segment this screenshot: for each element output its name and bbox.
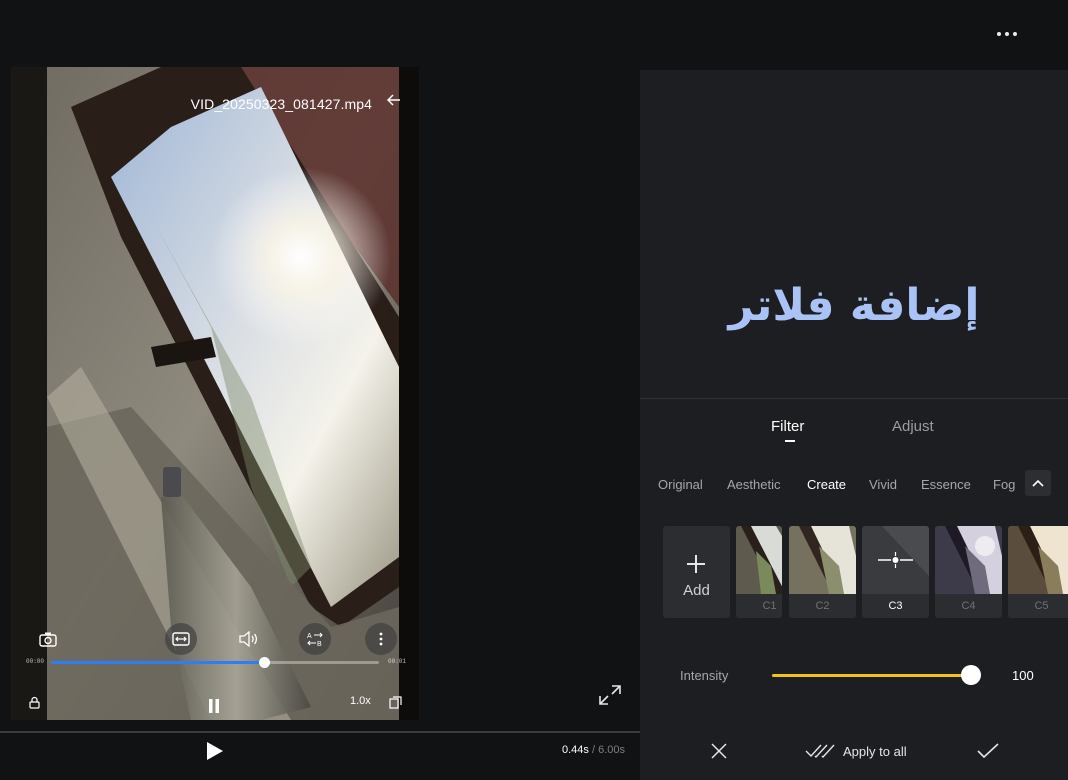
filter-name-c1: C1 [762,600,777,612]
category-create[interactable]: Create [807,477,846,492]
filter-name-c5: C5 [1034,600,1049,612]
intensity-slider-fill [772,674,971,677]
svg-text:A: A [307,633,312,640]
more-horizontal-icon[interactable] [990,22,1024,46]
plus-icon [687,555,705,573]
timeline-track[interactable] [0,731,640,733]
playback-time: 0.44s / 6.00s [562,744,625,756]
filter-thumb-c2[interactable]: C2 [789,526,856,618]
play-icon[interactable] [202,739,226,763]
ab-compare-icon[interactable]: AB [299,623,331,655]
arrow-left-icon[interactable] [385,93,403,113]
pause-icon[interactable] [204,697,224,715]
filter-name-c3: C3 [888,600,903,612]
video-frame-image [11,67,419,720]
cancel-button[interactable] [710,740,728,762]
total-time: 6.00s [598,744,626,756]
add-filter-button[interactable]: Add [663,526,730,618]
filter-preview-c5 [1008,526,1068,594]
category-fog[interactable]: Fog [993,477,1015,492]
filter-thumb-c4[interactable]: C4 [935,526,1002,618]
filter-preview-area: إضافة فلاتر [640,70,1068,398]
filter-thumb-c3[interactable]: C3 [862,526,929,618]
filter-preview-c1 [736,526,782,594]
filter-name-c4: C4 [961,600,976,612]
tab-filter[interactable]: Filter [771,418,804,435]
category-essence[interactable]: Essence [921,477,971,492]
svg-text:B: B [317,641,322,647]
close-icon [711,743,727,759]
overlay-title: إضافة فلاتر [728,280,980,331]
apply-to-all-button[interactable]: Apply to all [805,740,907,762]
video-progress-fill [51,661,265,664]
volume-icon[interactable] [237,629,259,649]
video-filename: VID_20250323_081427.mp4 [190,96,372,112]
aspect-ratio-icon[interactable] [387,694,403,710]
intensity-value: 100 [1012,668,1034,683]
end-timecode: 00:01 [388,658,407,665]
intensity-slider[interactable] [772,665,981,685]
apply-to-all-label: Apply to all [843,743,907,759]
category-vivid[interactable]: Vivid [869,477,897,492]
time-separator: / [588,744,599,756]
current-time: 0.44s [562,744,589,756]
filter-preview-c2 [789,526,856,594]
filter-thumb-c1[interactable]: C1 [736,526,782,618]
playback-speed[interactable]: 1.0x [350,695,371,707]
filter-preview-c3 [862,526,929,594]
double-check-icon [805,744,835,759]
filter-categories: Original Aesthetic Create Vivid Essence … [640,474,1022,496]
check-icon [977,743,999,759]
panel-divider [640,398,1068,399]
intensity-label: Intensity [680,668,729,683]
more-vertical-icon[interactable] [365,623,397,655]
add-filter-label: Add [683,582,710,599]
fullscreen-expand-icon[interactable] [598,684,622,706]
category-aesthetic[interactable]: Aesthetic [727,477,780,492]
filter-panel: إضافة فلاتر Filter Adjust Original Aesth… [640,70,1068,780]
confirm-button[interactable] [977,740,999,762]
video-progress-bar[interactable] [51,657,379,668]
tab-adjust[interactable]: Adjust [892,418,934,435]
camera-icon[interactable] [37,629,59,649]
lock-icon[interactable] [27,695,41,709]
current-timecode: 00:00 [26,658,45,665]
filter-thumbnails: Add C1 C2 C3 C4 C5 [663,526,1068,620]
filter-thumb-c5[interactable]: C5 [1008,526,1068,618]
category-original[interactable]: Original [658,477,703,492]
top-bar [0,0,1068,68]
filter-name-c2: C2 [815,600,830,612]
active-tab-indicator [785,440,795,442]
chevron-up-icon[interactable] [1025,470,1051,496]
video-preview[interactable]: VID_20250323_081427.mp4 AB 00:00 00:01 1… [11,67,419,720]
fit-screen-icon[interactable] [165,623,197,655]
filter-preview-c4 [935,526,1002,594]
intensity-slider-knob[interactable] [961,665,981,685]
